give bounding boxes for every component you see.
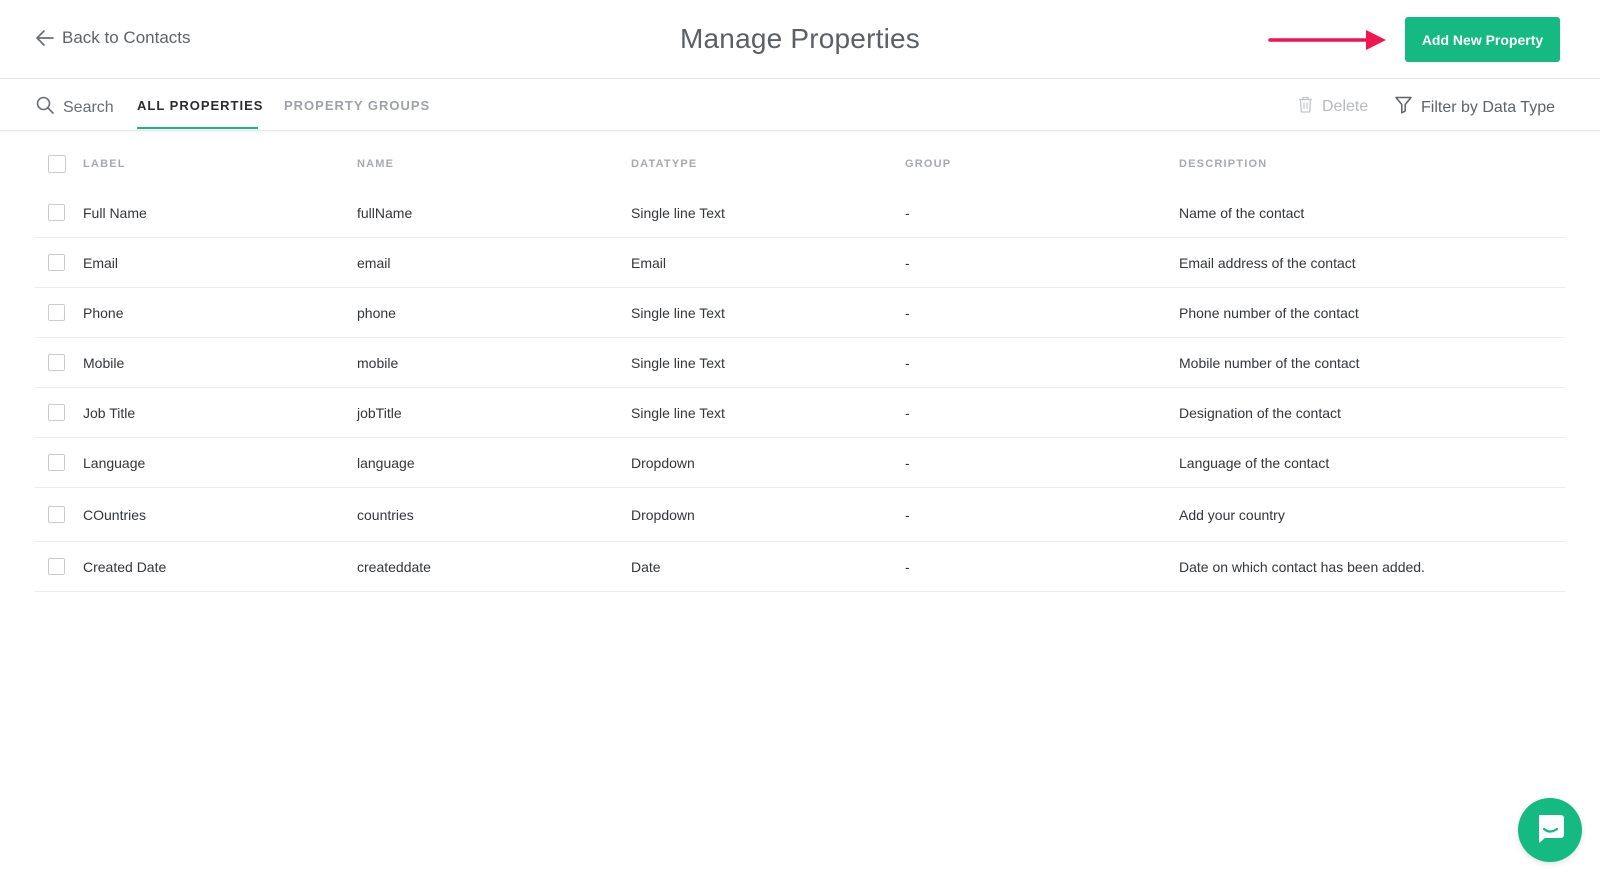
row-checkbox[interactable]	[48, 304, 65, 321]
row-checkbox-cell	[48, 542, 65, 591]
table-row[interactable]: Phone phone Single line Text - Phone num…	[35, 288, 1565, 338]
row-checkbox[interactable]	[48, 558, 65, 575]
table-header-row: LABEL NAME DATATYPE GROUP DESCRIPTION	[35, 140, 1565, 188]
cell-name: createddate	[357, 558, 431, 575]
cell-description: Email address of the contact	[1179, 254, 1356, 271]
row-checkbox-cell	[48, 188, 65, 237]
cell-datatype: Dropdown	[631, 506, 695, 523]
cell-label: Mobile	[83, 354, 125, 371]
active-tab-indicator	[137, 127, 258, 129]
search-button[interactable]: Search	[36, 96, 114, 119]
column-header-name[interactable]: NAME	[357, 140, 394, 188]
cell-datatype: Dropdown	[631, 454, 695, 471]
column-header-description[interactable]: DESCRIPTION	[1179, 140, 1267, 188]
cell-label: Full Name	[83, 204, 147, 221]
row-checkbox-cell	[48, 438, 65, 487]
cell-description: Date on which contact has been added.	[1179, 558, 1425, 575]
filter-by-data-type-button[interactable]: Filter by Data Type	[1395, 96, 1555, 119]
cell-datatype: Date	[631, 558, 661, 575]
row-checkbox-cell	[48, 388, 65, 437]
cell-description: Phone number of the contact	[1179, 304, 1359, 321]
row-checkbox[interactable]	[48, 454, 65, 471]
cell-description: Add your country	[1179, 506, 1285, 523]
cell-group: -	[905, 454, 910, 471]
properties-table: LABEL NAME DATATYPE GROUP DESCRIPTION Fu…	[35, 140, 1565, 592]
table-row[interactable]: COuntries countries Dropdown - Add your …	[35, 488, 1565, 542]
cell-label: Created Date	[83, 558, 167, 575]
row-checkbox-cell	[48, 488, 65, 541]
table-row[interactable]: Created Date createddate Date - Date on …	[35, 542, 1565, 592]
cell-group: -	[905, 204, 910, 221]
delete-label: Delete	[1322, 98, 1369, 115]
cell-description: Name of the contact	[1179, 204, 1305, 221]
cell-description: Mobile number of the contact	[1179, 354, 1360, 371]
cell-group: -	[905, 506, 910, 523]
cell-name: countries	[357, 506, 414, 523]
chat-icon	[1533, 811, 1567, 850]
cell-group: -	[905, 354, 910, 371]
cell-name: email	[357, 254, 391, 271]
row-checkbox[interactable]	[48, 404, 65, 421]
row-checkbox-cell	[48, 238, 65, 287]
header-checkbox-cell	[48, 140, 66, 188]
select-all-checkbox[interactable]	[48, 155, 66, 173]
cell-label: Phone	[83, 304, 124, 321]
table-row[interactable]: Job Title jobTitle Single line Text - De…	[35, 388, 1565, 438]
cell-label: Job Title	[83, 404, 136, 421]
add-new-property-button[interactable]: Add New Property	[1405, 17, 1560, 62]
column-header-group[interactable]: GROUP	[905, 140, 951, 188]
cell-name: language	[357, 454, 415, 471]
search-icon	[36, 96, 54, 119]
toolbar: Search ALL PROPERTIES PROPERTY GROUPS De…	[0, 80, 1600, 131]
cell-label: Language	[83, 454, 146, 471]
row-checkbox[interactable]	[48, 254, 65, 271]
chat-widget-button[interactable]	[1518, 798, 1582, 862]
delete-button[interactable]: Delete	[1298, 96, 1368, 118]
red-arrow-icon	[1268, 28, 1390, 57]
cell-name: fullName	[357, 204, 413, 221]
column-header-datatype[interactable]: DATATYPE	[631, 140, 697, 188]
cell-group: -	[905, 254, 910, 271]
row-checkbox[interactable]	[48, 354, 65, 371]
filter-label: Filter by Data Type	[1421, 98, 1555, 116]
cell-name: jobTitle	[357, 404, 402, 421]
cell-datatype: Single line Text	[631, 304, 725, 321]
table-row[interactable]: Language language Dropdown - Language of…	[35, 438, 1565, 488]
cell-name: phone	[357, 304, 396, 321]
row-checkbox[interactable]	[48, 506, 65, 523]
cell-label: Email	[83, 254, 119, 271]
cell-datatype: Single line Text	[631, 204, 725, 221]
cell-name: mobile	[357, 354, 399, 371]
cell-datatype: Single line Text	[631, 354, 725, 371]
row-checkbox[interactable]	[48, 204, 65, 221]
table-row[interactable]: Mobile mobile Single line Text - Mobile …	[35, 338, 1565, 388]
filter-icon	[1395, 96, 1412, 119]
row-checkbox-cell	[48, 338, 65, 387]
cell-label: COuntries	[83, 506, 147, 523]
column-header-label[interactable]: LABEL	[83, 140, 126, 188]
search-label: Search	[63, 98, 114, 116]
top-bar: Back to Contacts Manage Properties Add N…	[0, 0, 1600, 79]
row-checkbox-cell	[48, 288, 65, 337]
cell-description: Designation of the contact	[1179, 404, 1341, 421]
cell-group: -	[905, 304, 910, 321]
trash-icon	[1298, 96, 1313, 118]
cell-description: Language of the contact	[1179, 454, 1330, 471]
tab-all-properties[interactable]: ALL PROPERTIES	[137, 98, 263, 113]
table-row[interactable]: Email email Email - Email address of the…	[35, 238, 1565, 288]
cell-datatype: Single line Text	[631, 404, 725, 421]
cell-group: -	[905, 404, 910, 421]
cell-group: -	[905, 558, 910, 575]
table-row[interactable]: Full Name fullName Single line Text - Na…	[35, 188, 1565, 238]
cell-datatype: Email	[631, 254, 667, 271]
tab-property-groups[interactable]: PROPERTY GROUPS	[284, 98, 430, 113]
